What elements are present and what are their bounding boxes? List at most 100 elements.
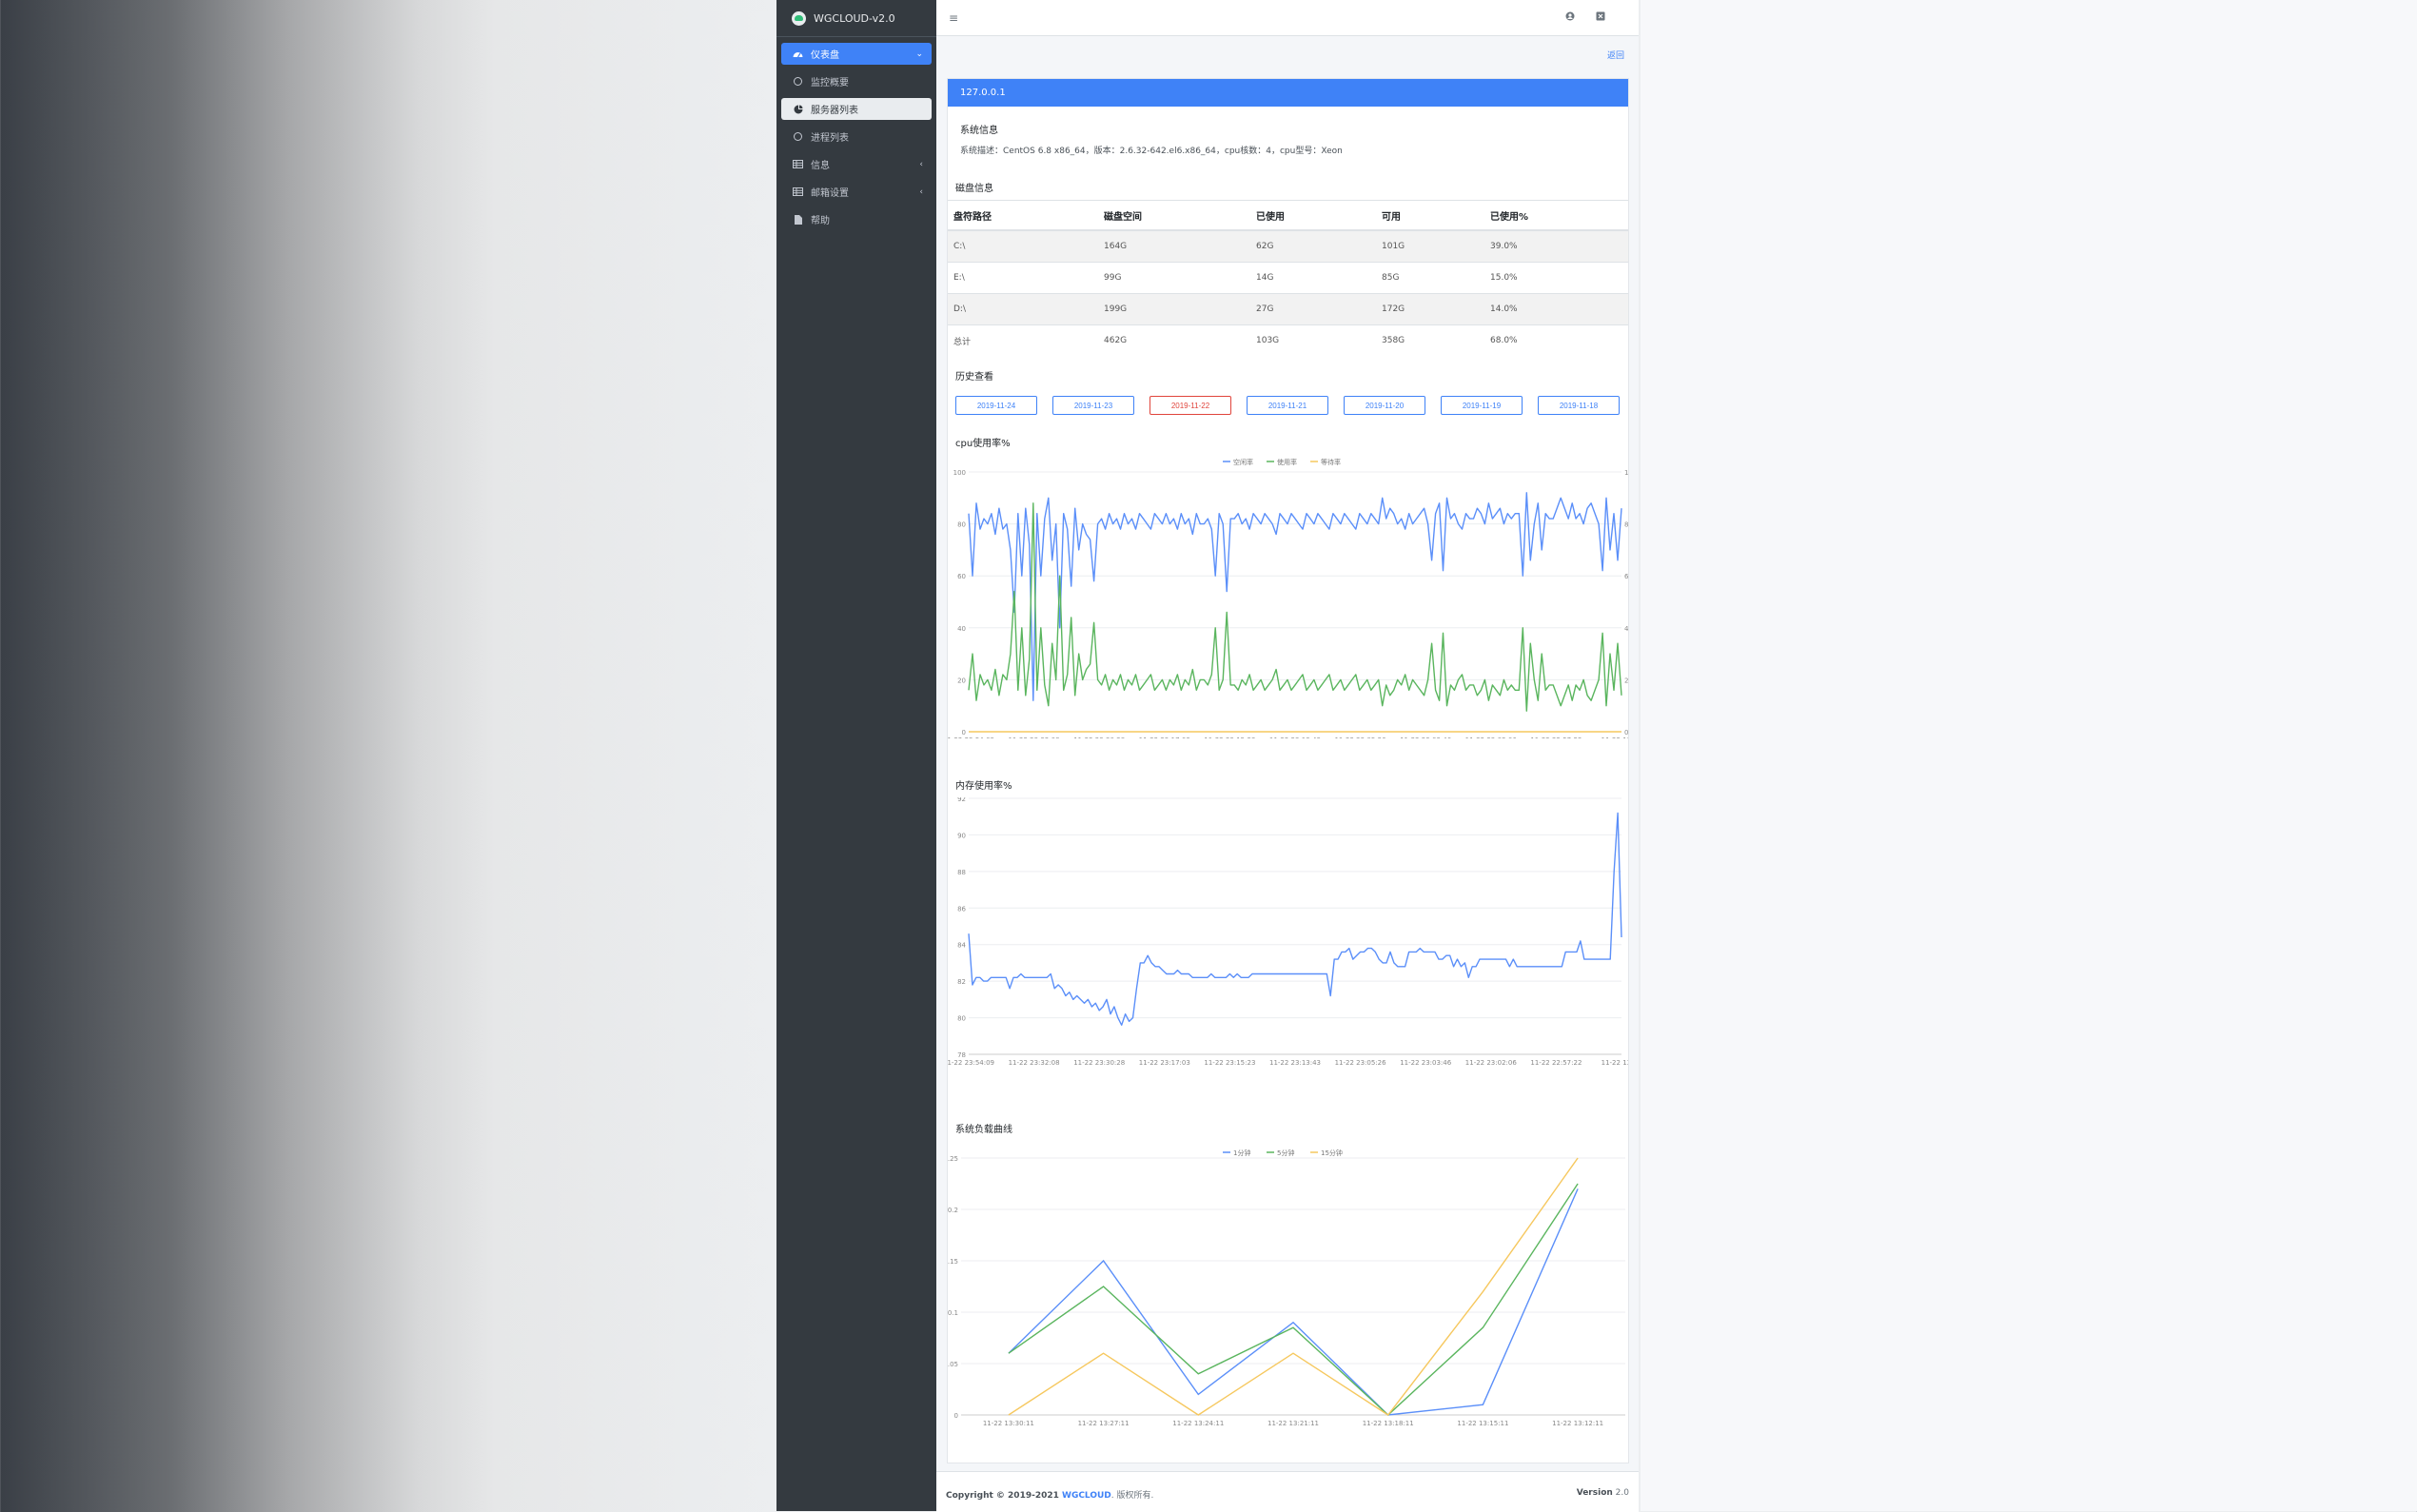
card-header: 127.0.0.1: [948, 79, 1628, 107]
sidebar-item-process-list[interactable]: 进程列表: [781, 126, 932, 147]
copyright-prefix: Copyright © 2019-2021: [946, 1491, 1063, 1501]
y-tick-label: 90: [957, 832, 966, 839]
sidebar-item-label: 仪表盘: [811, 50, 839, 61]
table-cell: 39.0%: [1484, 229, 1628, 263]
legend-label: 等待率: [1321, 458, 1341, 466]
x-tick-label: 11-22 23:32:08: [1009, 736, 1060, 738]
brand[interactable]: WGCLOUD-v2.0: [776, 0, 936, 37]
y-tick-label-right: 100: [1624, 469, 1628, 477]
y-tick-label: 0.1: [948, 1309, 958, 1317]
x-tick-label: 11-22 23:54:09: [948, 736, 994, 738]
disk-table: 盘符路径 磁盘空间 已使用 可用 已使用% C:\ 164G 62G 101G …: [948, 200, 1628, 356]
legend-label: 使用率: [1277, 458, 1297, 466]
brand-link[interactable]: WGCLOUD: [1062, 1491, 1111, 1501]
pie-chart-icon: [792, 105, 804, 114]
legend-label: 1分钟: [1233, 1149, 1250, 1157]
table-cell: 总计: [948, 324, 1098, 356]
x-tick-label: 11-22 23:02:06: [1465, 1059, 1518, 1067]
dashboard-icon: [792, 49, 804, 58]
table-cell: 99G: [1098, 262, 1250, 294]
x-tick-label: 11-22 13:18:11: [1363, 1420, 1414, 1427]
sidebar-item-server-list[interactable]: 服务器列表: [781, 98, 932, 120]
history-date-button[interactable]: 2019-11-21: [1247, 396, 1328, 415]
history-date-button[interactable]: 2019-11-24: [955, 396, 1037, 415]
table-cell: 27G: [1250, 293, 1376, 325]
x-tick-label: 11-22 23:30:28: [1073, 736, 1125, 738]
column-header: 盘符路径: [948, 200, 1098, 231]
x-tick-label: 11-22 22:57:22: [1530, 736, 1582, 738]
table-cell: E:\: [948, 262, 1098, 294]
table-icon: [792, 187, 804, 196]
chevron-left-icon: ‹: [919, 187, 923, 197]
history-date-button-active[interactable]: 2019-11-22: [1150, 396, 1231, 415]
brand-title: WGCLOUD-v2.0: [814, 11, 895, 25]
series-line: [1008, 1188, 1579, 1416]
copyright: Copyright © 2019-2021 WGCLOUD. 版权所有.: [946, 1488, 1153, 1501]
table-cell: 62G: [1250, 229, 1376, 263]
y-tick-label: 86: [957, 905, 966, 913]
sidebar-item-label: 邮箱设置: [811, 188, 849, 199]
y-tick-label-right: 80: [1624, 521, 1628, 529]
sidebar-item-dashboard[interactable]: 仪表盘 ⌄: [781, 43, 932, 65]
x-tick-label: 11-22 23:03:46: [1400, 736, 1452, 738]
sidebar-item-monitor-overview[interactable]: 监控概要: [781, 70, 932, 92]
history-date-button[interactable]: 2019-11-18: [1538, 396, 1620, 415]
table-cell: 103G: [1250, 324, 1376, 356]
footer: Copyright © 2019-2021 WGCLOUD. 版权所有. Ver…: [936, 1471, 1639, 1512]
y-tick-label-right: 20: [1624, 677, 1628, 684]
x-tick-label: 11-22 23:54:09: [948, 1059, 994, 1067]
x-tick-label: 11-22 13:27:11: [1078, 1420, 1130, 1427]
sidebar-item-mail-settings[interactable]: 邮箱设置 ‹: [781, 181, 932, 203]
y-tick-label: 100: [953, 469, 966, 477]
table-cell: 68.0%: [1484, 324, 1628, 356]
x-tick-label: 11-22 23:03:46: [1400, 1059, 1452, 1067]
x-tick-label: 11-22 23:13:43: [1269, 1059, 1321, 1067]
y-tick-label: 82: [957, 978, 966, 986]
history-date-button[interactable]: 2019-11-23: [1052, 396, 1134, 415]
back-link[interactable]: 返回: [1607, 49, 1624, 61]
x-tick-label: 11-22 22:57:22: [1530, 1059, 1582, 1067]
y-tick-label: 88: [957, 869, 966, 876]
sidebar-item-help[interactable]: 帮助: [781, 208, 932, 230]
x-tick-label: 11-22 23:05:26: [1335, 1059, 1387, 1067]
x-tick-label: 11-22 13:21:11: [1267, 1420, 1319, 1427]
table-row: D:\ 199G 27G 172G 14.0%: [948, 293, 1628, 325]
logout-icon[interactable]: [1596, 11, 1605, 24]
sidebar-item-info[interactable]: 信息 ‹: [781, 153, 932, 175]
version-info: Version 2.0: [1577, 1488, 1629, 1498]
server-detail-card: 127.0.0.1 系统信息 系统描述：CentOS 6.8 x86_64，版本…: [947, 78, 1629, 1463]
table-cell: 172G: [1376, 293, 1484, 325]
user-icon[interactable]: [1565, 11, 1575, 24]
table-cell: 15.0%: [1484, 262, 1628, 294]
load-chart-title: 系统负载曲线: [955, 1125, 1012, 1135]
y-tick-label: 60: [957, 573, 966, 580]
x-tick-label: 11-22 13:18: [1602, 736, 1628, 738]
history-date-button[interactable]: 2019-11-19: [1441, 396, 1523, 415]
memory-chart-title: 内存使用率%: [955, 781, 1012, 792]
sidebar-item-label: 监控概要: [811, 78, 849, 88]
y-tick-label: 0.2: [948, 1207, 958, 1214]
table-cell: 14G: [1250, 262, 1376, 294]
table-row: 总计 462G 103G 358G 68.0%: [948, 324, 1628, 356]
table-icon: [792, 160, 804, 168]
sidebar-item-label: 帮助: [811, 216, 830, 226]
x-tick-label: 11-22 23:17:03: [1139, 1059, 1190, 1067]
menu-icon[interactable]: ≡: [949, 11, 958, 25]
y-tick-label: 0.05: [948, 1361, 958, 1368]
x-tick-label: 11-22 13:18: [1602, 1059, 1628, 1067]
copyright-suffix: . 版权所有.: [1110, 1491, 1154, 1501]
y-tick-label: 92: [957, 797, 966, 803]
series-line: [1008, 1183, 1579, 1416]
x-tick-label: 11-22 13:15:11: [1457, 1420, 1508, 1427]
history-date-button[interactable]: 2019-11-20: [1344, 396, 1425, 415]
table-cell: D:\: [948, 293, 1098, 325]
table-cell: 101G: [1376, 229, 1484, 263]
sidebar: WGCLOUD-v2.0 仪表盘 ⌄ 监控概要 服务器列表 进程列表 信息 ‹ …: [776, 0, 936, 1511]
table-cell: 199G: [1098, 293, 1250, 325]
circle-icon: [792, 77, 804, 86]
x-tick-label: 11-22 13:24:11: [1172, 1420, 1224, 1427]
sidebar-nav: 仪表盘 ⌄ 监控概要 服务器列表 进程列表 信息 ‹ 邮箱设置 ‹ 帮助: [776, 37, 936, 242]
version-number: 2.0: [1615, 1488, 1629, 1498]
y-tick-label: 0: [962, 729, 966, 736]
y-tick-label: 0.15: [948, 1258, 958, 1266]
